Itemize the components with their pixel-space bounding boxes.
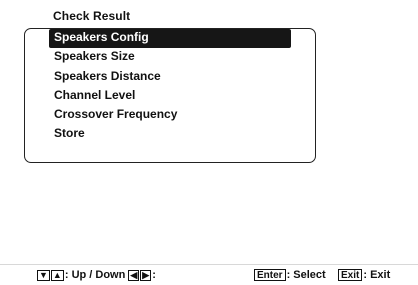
exit-label: : Exit (363, 269, 391, 281)
right-arrow-icon: ▶ (140, 269, 152, 281)
down-arrow-icon: ▼ (37, 269, 50, 281)
leftright-label: : (152, 269, 156, 281)
menu-header: Check Result (53, 9, 131, 23)
status-bar: ▼ ▲ : Up / Down ◀ ▶ : Enter : Select Exi… (0, 264, 418, 285)
menu-list: Speakers Config Speakers Size Speakers D… (49, 29, 291, 145)
updown-hint: ▼ ▲ : Up / Down ◀ ▶ : (37, 269, 156, 281)
exit-hint: Exit : Exit (338, 269, 390, 281)
enter-key-icon: Enter (254, 269, 286, 281)
osd-screen: Check Result Speakers Config Speakers Si… (0, 0, 418, 285)
updown-label: : Up / Down (64, 269, 126, 281)
left-arrow-icon: ◀ (128, 269, 140, 281)
enter-hint: Enter : Select (254, 269, 326, 281)
exit-key-icon: Exit (338, 269, 363, 281)
menu-item-crossover-frequency[interactable]: Crossover Frequency (49, 106, 291, 125)
menu-item-channel-level[interactable]: Channel Level (49, 87, 291, 106)
menu-item-store[interactable]: Store (49, 125, 291, 144)
menu-item-speakers-distance[interactable]: Speakers Distance (49, 68, 291, 87)
menu-item-speakers-size[interactable]: Speakers Size (49, 48, 291, 67)
up-arrow-icon: ▲ (50, 269, 64, 281)
menu-item-speakers-config[interactable]: Speakers Config (49, 29, 291, 49)
enter-label: : Select (286, 269, 326, 281)
